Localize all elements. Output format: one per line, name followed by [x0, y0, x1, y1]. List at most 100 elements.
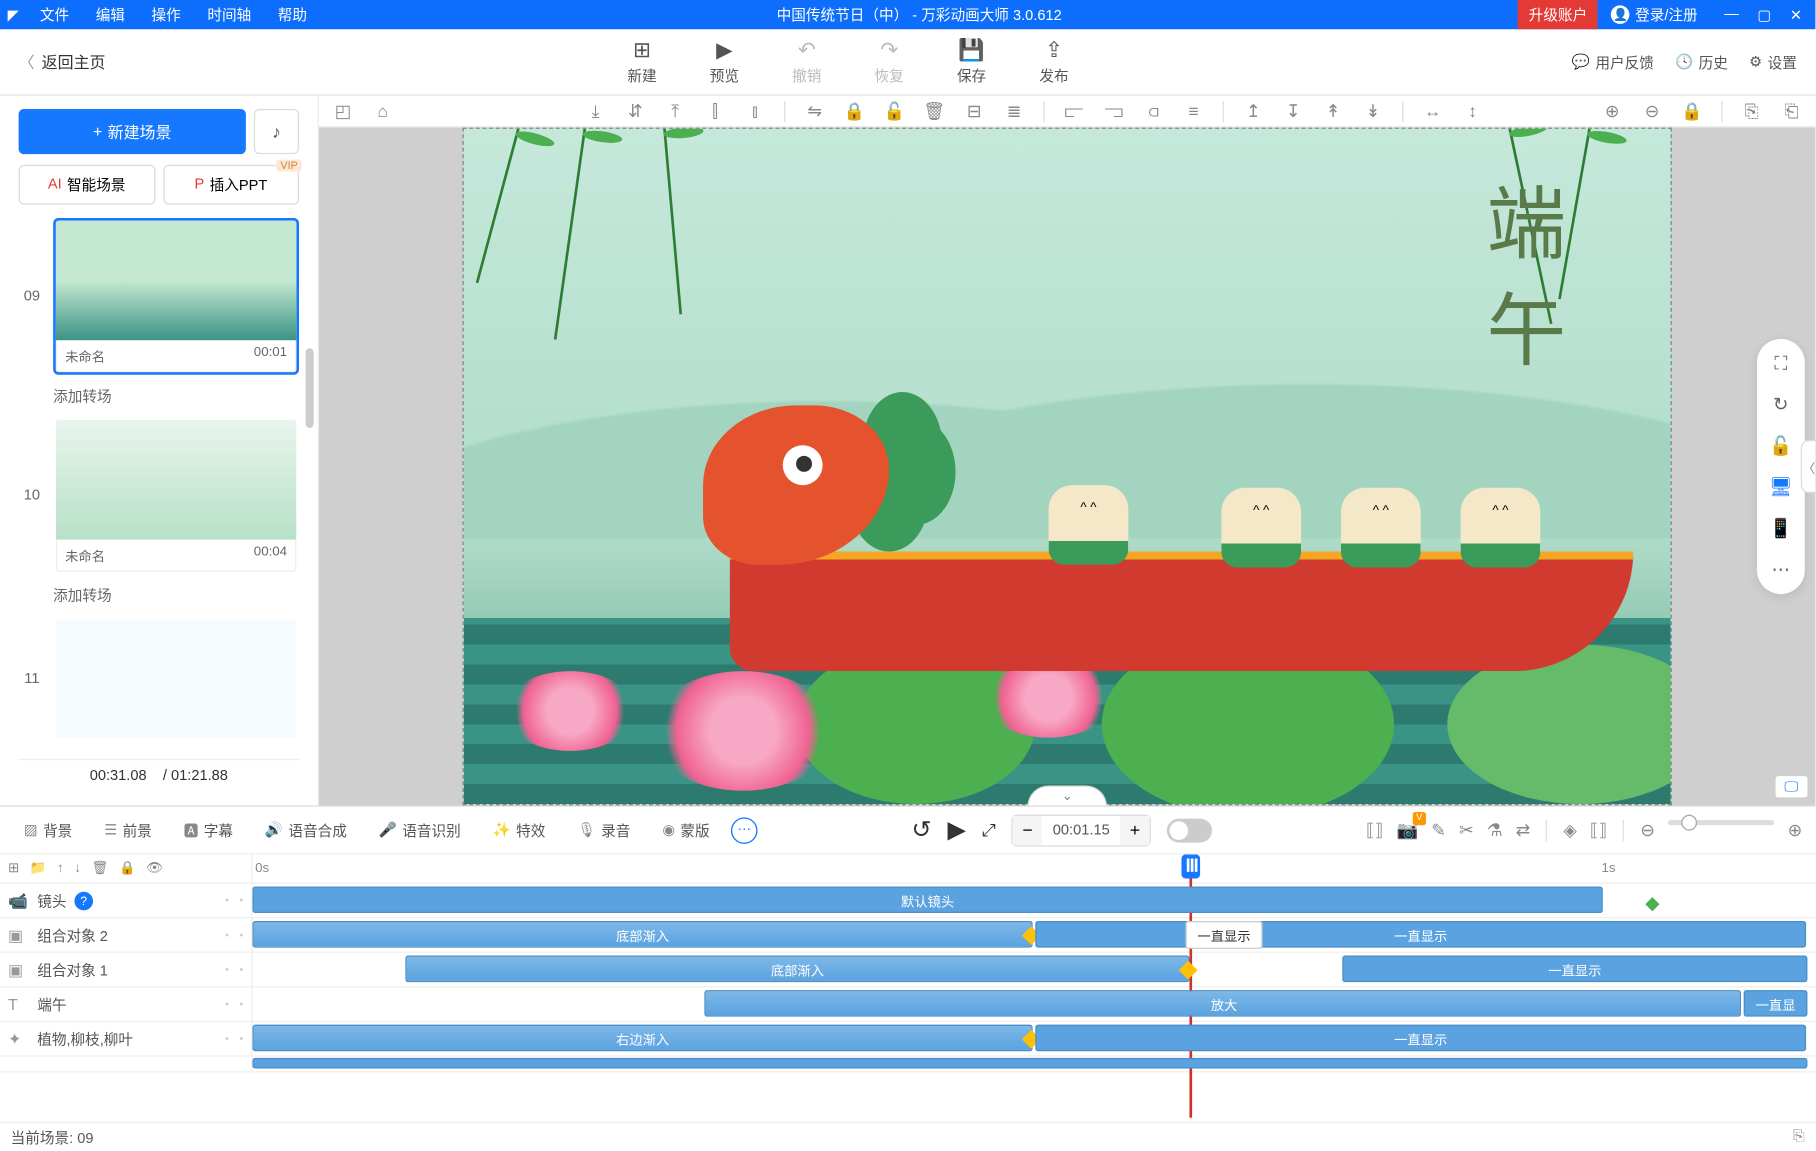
align-left-icon[interactable]: ⫍	[1061, 100, 1088, 121]
flip-h-icon[interactable]: ⇋	[801, 100, 828, 121]
menu-help[interactable]: 帮助	[264, 4, 320, 25]
preview-button[interactable]: ▶预览	[710, 38, 739, 86]
settings-button[interactable]: ⚙设置	[1749, 51, 1797, 72]
canvas-title-text[interactable]: 端午	[1462, 182, 1578, 395]
play-button[interactable]: ▶	[947, 816, 965, 844]
copy-icon[interactable]: ⎘	[1738, 100, 1765, 121]
tab-tts[interactable]: 🔊语音合成	[254, 819, 357, 840]
clip-always-show-4[interactable]: 一直显示	[1035, 1025, 1806, 1052]
menu-action[interactable]: 操作	[138, 4, 194, 25]
help-icon[interactable]: ?	[74, 891, 93, 910]
clip-always-show[interactable]: 一直显示	[1035, 921, 1806, 948]
zoom-in-icon[interactable]: ⊕	[1599, 100, 1626, 121]
playhead[interactable]	[1181, 855, 1200, 879]
track-header[interactable]: 📹 镜头 ? ••	[0, 884, 253, 917]
new-button[interactable]: ⊞新建	[627, 38, 656, 86]
scene-item[interactable]: 11	[19, 617, 299, 742]
history-button[interactable]: 🕓历史	[1675, 51, 1728, 72]
zoom-slider[interactable]	[1668, 819, 1774, 824]
zoom-out-tl-icon[interactable]: ⊖	[1640, 819, 1654, 840]
upgrade-button[interactable]: 升级账户	[1518, 0, 1598, 29]
distribute-v-icon[interactable]: ⫿	[702, 100, 729, 121]
zoom-handle[interactable]	[1681, 814, 1697, 830]
save-button[interactable]: 💾保存	[957, 38, 986, 86]
add-keyframe-icon[interactable]: ◆	[1645, 892, 1659, 915]
track-lane[interactable]	[253, 1057, 1816, 1072]
time-plus-button[interactable]: +	[1120, 815, 1149, 844]
side-panel-handle[interactable]: 〈	[1801, 440, 1816, 493]
lock-icon[interactable]: 🔒	[841, 100, 868, 121]
track-header[interactable]	[0, 1057, 253, 1072]
cut-icon[interactable]: ✂	[1459, 819, 1473, 840]
unlock-view-icon[interactable]: 🔓	[1769, 435, 1792, 458]
spacing-v-icon[interactable]: ↕	[1459, 101, 1486, 121]
export-icon[interactable]: ⎘	[1793, 1128, 1805, 1145]
track-lane[interactable]: 默认镜头 ◆	[253, 884, 1816, 917]
align-top-icon[interactable]: ⤓	[582, 100, 609, 121]
bring-front-icon[interactable]: ↥	[1240, 100, 1267, 121]
fit-screen-icon[interactable]: ⛶	[1774, 352, 1787, 375]
backward-icon[interactable]: ↡	[1360, 100, 1387, 121]
insert-ppt-button[interactable]: P插入PPTVIP	[163, 165, 299, 205]
desktop-view-icon[interactable]: 🖥	[1769, 476, 1793, 499]
tab-asr[interactable]: 🎤语音识别	[368, 819, 471, 840]
track-header[interactable]: ✦ 植物,柳枝,柳叶 ••	[0, 1022, 253, 1055]
tab-subtitle[interactable]: 🅰字幕	[173, 819, 243, 840]
lock-canvas-icon[interactable]: 🔒	[1679, 100, 1706, 121]
align-vcenter-icon[interactable]: ⇵	[622, 100, 649, 121]
scene-card[interactable]	[53, 617, 299, 742]
menu-file[interactable]: 文件	[27, 4, 83, 25]
marker-icon[interactable]: ⟦⟧	[1366, 819, 1383, 840]
smart-scene-button[interactable]: AI智能场景	[19, 165, 155, 205]
snap-toggle[interactable]	[1167, 818, 1212, 842]
tab-record[interactable]: 🎙录音	[567, 819, 641, 840]
clip-zoom[interactable]: 放大	[704, 990, 1741, 1017]
forward-icon[interactable]: ↟	[1320, 100, 1347, 121]
distribute-h-icon[interactable]: ⫾	[742, 100, 769, 121]
clip-right-in[interactable]: 右边渐入	[253, 1025, 1033, 1052]
time-minus-button[interactable]: −	[1013, 815, 1042, 844]
rewind-button[interactable]: ↺	[911, 816, 931, 844]
tab-foreground[interactable]: ☰前景	[94, 819, 163, 840]
trash-icon[interactable]: 🗑	[91, 861, 108, 876]
scene-item[interactable]: 09 未命名00:01	[19, 218, 299, 375]
track-lane[interactable]: 右边渐入 一直显示	[253, 1022, 1816, 1055]
track-header[interactable]: ▣ 组合对象 1 ••	[0, 953, 253, 986]
arrow-up-icon[interactable]: ↑	[57, 861, 64, 876]
more-tabs-button[interactable]: ⋯	[731, 817, 758, 844]
scrollbar[interactable]	[306, 348, 314, 428]
track-header[interactable]: T 端午 ••	[0, 987, 253, 1020]
send-back-icon[interactable]: ↧	[1280, 100, 1307, 121]
more-icon[interactable]: ⋯	[1772, 558, 1791, 581]
scene-card[interactable]: 未命名00:04	[53, 417, 299, 574]
corner-display-icon[interactable]: 🖵	[1776, 776, 1808, 797]
camera-tool-icon[interactable]: 📷	[1396, 819, 1418, 840]
folder-icon[interactable]: 📁	[30, 861, 47, 876]
route-icon[interactable]: ⇄	[1516, 819, 1530, 840]
edit-icon[interactable]: ✎	[1431, 819, 1445, 840]
filter-icon[interactable]: ⚗	[1487, 819, 1502, 840]
align-bottom-icon[interactable]: ⤒	[662, 100, 689, 121]
tab-mask[interactable]: ◉蒙版	[652, 819, 721, 840]
eye-icon[interactable]: 👁	[146, 861, 163, 876]
login-button[interactable]: 👤 登录/注册	[1598, 4, 1711, 25]
new-scene-button[interactable]: +新建场景	[19, 109, 246, 154]
clip-always-show-3[interactable]: 一直显	[1744, 990, 1808, 1017]
track-lane[interactable]: 底部渐入 一直显示 一直显示	[253, 918, 1816, 951]
align-center-icon[interactable]: ⫎	[1100, 100, 1127, 121]
undo-button[interactable]: ↶撤销	[792, 38, 821, 86]
clip-bottom-in-2[interactable]: 底部渐入	[405, 956, 1189, 983]
track-lane[interactable]: 底部渐入 一直显示	[253, 953, 1816, 986]
feedback-button[interactable]: 💬用户反馈	[1572, 51, 1654, 72]
delete-icon[interactable]: 🗑	[921, 100, 948, 121]
maximize-icon[interactable]: ▢	[1757, 6, 1771, 23]
add-transition-button[interactable]: 添加转场	[53, 380, 299, 417]
clip-partial[interactable]	[253, 1058, 1808, 1069]
layers-icon[interactable]: ≣	[1001, 100, 1028, 121]
add-track-icon[interactable]: ⊞	[8, 861, 19, 876]
music-button[interactable]: ♪	[254, 109, 299, 154]
mobile-view-icon[interactable]: 📱	[1769, 517, 1792, 540]
clip-bottom-in[interactable]: 底部渐入	[253, 921, 1033, 948]
lock-track-icon[interactable]: 🔒	[119, 861, 136, 876]
align-right-icon[interactable]: ⫏	[1140, 100, 1167, 121]
